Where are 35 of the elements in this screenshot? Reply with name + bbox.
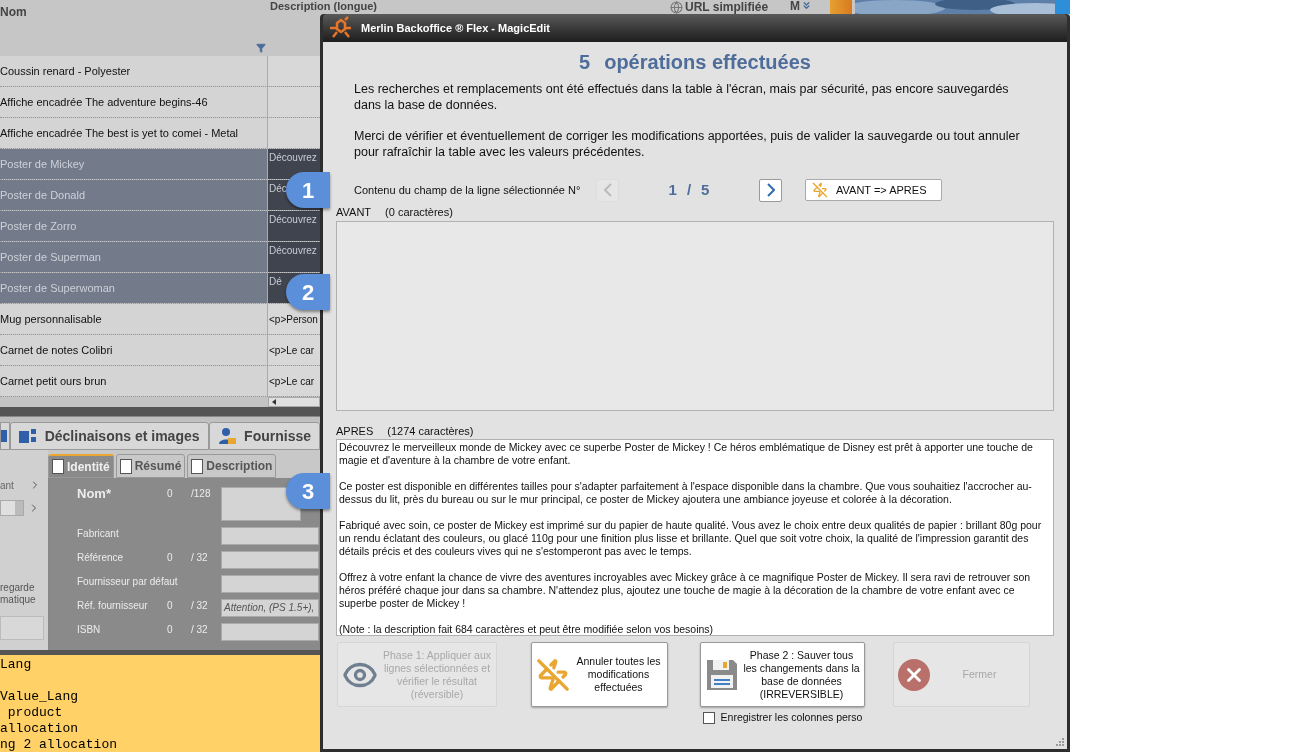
field-label: Fabricant: [77, 527, 119, 541]
row-label: Contenu du champ de la ligne sélectionnée N°: [354, 182, 582, 198]
step-marker-tooltip: 1: [286, 172, 330, 208]
char-count: (1274 caractères): [387, 424, 474, 438]
current-index: 1: [668, 179, 677, 200]
char-limit: / 32: [191, 600, 208, 611]
field-label: Référence: [77, 551, 124, 565]
step-marker-tooltip: 2: [286, 274, 330, 310]
field-label: Réf. fournisseur: [77, 599, 148, 613]
label: ant: [0, 478, 14, 493]
char-count: 0: [167, 600, 173, 611]
field-label: APRES: [336, 424, 374, 438]
char-count: 0: [167, 624, 173, 635]
field-label: ISBN: [77, 623, 101, 637]
index-separator: /: [686, 179, 692, 200]
window-title: Merlin Backoffice ® Flex - MagicEdit: [361, 20, 551, 36]
total-count: 5: [701, 179, 710, 200]
char-count: 0: [167, 488, 173, 499]
char-limit: /128: [191, 488, 211, 499]
info-paragraph: Merci de vérifier et éventuellement de corriger les modifications apportées, puis de valider la sauvegarde ou tout annuler pour rafraîchir la table avec les valeurs précédentes.: [354, 128, 1021, 160]
dialog-heading: opérations effectuées: [604, 50, 811, 72]
char-limit: / 32: [191, 552, 208, 563]
step-marker-tooltip: 3: [286, 473, 330, 509]
code-text: Lang Value_Lang product allocation ng 2 allocation: [0, 657, 119, 752]
char-count: 0: [167, 552, 173, 563]
char-count: (0 caractères): [385, 205, 453, 219]
checkbox-label: Enregistrer les colonnes perso: [720, 710, 863, 725]
label: matique: [0, 594, 37, 606]
field-label: Nom*: [77, 487, 111, 501]
info-paragraph: Les recherches et remplacements ont été effectués dans la table à l'écran, mais par sécurité, pas encore sauvegardés dans la base de données.: [354, 81, 1010, 113]
char-limit: / 32: [191, 624, 208, 635]
field-label: AVANT: [336, 205, 372, 219]
operation-count: 5: [579, 50, 591, 72]
label: regarde: [0, 582, 36, 594]
field-label: Fournisseur par défaut: [77, 575, 178, 589]
